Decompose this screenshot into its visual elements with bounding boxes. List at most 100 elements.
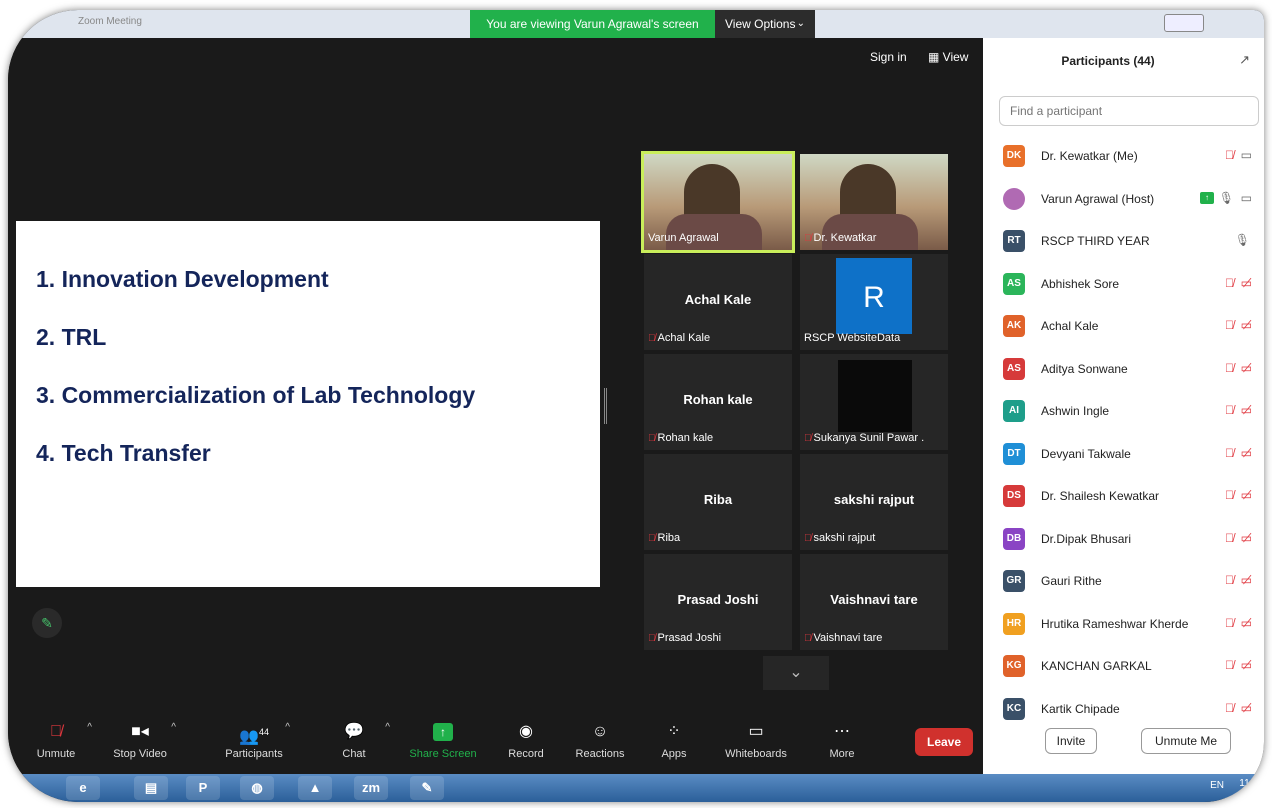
explorer-icon[interactable]: ▤ [134,776,168,800]
minimize-button[interactable] [1164,14,1204,32]
popout-icon[interactable]: ↗ [1239,52,1250,68]
leave-button[interactable]: Leave [915,728,973,756]
ie-icon[interactable]: e [66,776,100,800]
avatar: GR [1003,570,1025,592]
slide-item: 2. TRL [36,324,107,350]
apps-label: Apps [661,748,687,760]
apps-icon: ⁘ [667,723,681,740]
video-tile[interactable]: 🎙̸ Dr. Kewatkar [800,154,948,250]
participant-name: Aditya Sonwane [1041,361,1128,376]
sign-in-button[interactable]: Sign in [870,50,907,64]
mic-muted-icon: 🎙̸ [1225,360,1234,375]
invite-button[interactable]: Invite [1045,728,1097,754]
powerpoint-icon[interactable]: P [186,776,220,800]
caret-up-icon[interactable]: ^ [285,722,290,733]
tray-lang[interactable]: EN [1210,780,1224,791]
mic-muted-icon: 🎙̸ [1225,488,1234,502]
whiteboards-label: Whiteboards [725,748,787,760]
participant-name: Achal Kale [1041,319,1099,333]
avatar: RT [1003,230,1025,252]
participants-button[interactable]: 👥44 Participants ^ [214,718,294,760]
mic-muted-icon: 🎙̸ [1225,615,1234,630]
share-screen-label: Share Screen [409,748,477,760]
grid-icon: ▦ [928,50,943,64]
participant-row[interactable]: DK Dr. Kewatkar (Me) 🎙̸ ▭ [983,136,1264,179]
slide-item: 1. Innovation Development [36,266,329,292]
share-screen-icon: ↑ [403,718,483,744]
zoom-app-icon[interactable]: zm [354,776,388,800]
reactions-button[interactable]: ☺ Reactions [560,718,640,760]
record-button[interactable]: ◉ Record [486,718,566,760]
participant-row[interactable]: HR Hrutika Rameshwar Kherde 🎙̸ ▭̸ [983,604,1264,647]
caret-up-icon[interactable]: ^ [171,722,176,733]
participant-row[interactable]: KC Kartik Chipade 🎙̸ ▭̸ [983,689,1264,732]
participant-row[interactable]: DS Dr. Shailesh Kewatkar 🎙̸ ▭̸ [983,476,1264,519]
participants-count: 44 [258,727,269,737]
mic-muted-icon: 🎙̸ [50,723,62,740]
video-tile[interactable]: Vaishnavi tare 🎙̸ Vaishnavi tare [800,554,948,650]
caret-up-icon[interactable]: ^ [87,722,92,733]
participant-row[interactable]: KG KANCHAN GARKAL 🎙̸ ▭̸ [983,646,1264,689]
smiley-icon: ☺ [591,723,609,740]
participant-row[interactable]: AS Abhishek Sore 🎙̸ ▭̸ [983,264,1264,307]
chat-icon: 💬 [344,723,364,740]
whiteboards-button[interactable]: ▭ Whiteboards [716,718,796,760]
chrome-icon[interactable]: ◍ [240,776,274,800]
participant-search-input[interactable] [999,96,1259,126]
stop-video-button[interactable]: ■◂ Stop Video ^ [100,718,180,760]
camera-icon: ▭ [1240,190,1252,205]
tile-label: 🎙̸ Riba [648,532,680,544]
participant-name: Dr. Kewatkar (Me) [1041,149,1138,163]
video-tile[interactable]: 🎙̸ Sukanya Sunil Pawar . [800,354,948,450]
video-tile[interactable]: Riba 🎙̸ Riba [644,454,792,550]
participants-title: Participants (44) [1061,54,1155,68]
gallery-next-button[interactable]: ⌄ [763,656,829,690]
participant-row[interactable]: Varun Agrawal (Host) ↑ 🎙 ▭ [983,179,1264,222]
annotate-pencil-icon[interactable]: ✎ [32,608,62,638]
chevron-down-icon: ⌄ [789,664,803,681]
mic-muted-icon: 🎙̸ [1225,318,1234,332]
mic-muted-icon: 🎙̸ [804,533,812,544]
participant-row[interactable]: AS Aditya Sonwane 🎙̸ ▭̸ [983,349,1264,392]
mic-muted-icon: 🎙̸ [1225,445,1234,460]
vlc-icon[interactable]: ▲ [298,776,332,800]
video-tile[interactable]: R RSCP WebsiteData [800,254,948,350]
view-label: View [942,50,969,64]
participant-row[interactable]: GR Gauri Rithe 🎙̸ ▭̸ [983,561,1264,604]
participant-row[interactable]: RT RSCP THIRD YEAR 🎙 [983,221,1264,264]
participant-row[interactable]: AI Ashwin Ingle 🎙̸ ▭̸ [983,391,1264,434]
avatar [1003,187,1025,210]
camera-off-icon: ▭̸ [1240,700,1252,715]
windows-taskbar: e ▤ P ◍ ▲ zm ✎ EN 11:5 [8,774,1264,802]
mic-muted-icon: 🎙̸ [648,433,656,444]
view-options-label: View Options [725,17,796,31]
participant-row[interactable]: DB Dr.Dipak Bhusari 🎙̸ ▭̸ [983,519,1264,562]
chat-button[interactable]: 💬 Chat ^ [314,718,394,760]
paint-icon[interactable]: ✎ [410,776,444,800]
view-options-button[interactable]: View Options ⌄ [715,10,815,38]
apps-button[interactable]: ⁘ Apps [634,718,714,760]
video-tile[interactable]: Rohan kale 🎙̸ Rohan kale [644,354,792,450]
splitter-handle[interactable] [604,388,607,424]
participant-list: DK Dr. Kewatkar (Me) 🎙̸ ▭ Varun Agrawal (Hos… [983,136,1264,731]
caret-up-icon[interactable]: ^ [385,722,390,733]
unmute-me-button[interactable]: Unmute Me [1141,728,1231,754]
participant-row[interactable]: DT Devyani Takwale 🎙̸ ▭̸ [983,434,1264,477]
participant-row[interactable]: AK Achal Kale 🎙̸ ▭̸ [983,306,1264,349]
view-button[interactable]: ▦ View [928,50,968,64]
video-tile[interactable]: Achal Kale 🎙̸ Achal Kale [644,254,792,350]
tray-clock[interactable]: 11:5 [1239,778,1258,789]
participant-name: Kartik Chipade [1041,701,1120,716]
video-tile[interactable]: Varun Agrawal [641,151,795,253]
unmute-button[interactable]: 🎙̸ Unmute ^ [16,718,96,760]
tile-label: 🎙̸ Prasad Joshi [648,632,721,644]
avatar: KG [1003,655,1025,677]
more-button[interactable]: ⋯ More [802,718,882,760]
share-screen-button[interactable]: ↑ Share Screen [403,718,483,760]
video-tile[interactable]: Prasad Joshi 🎙̸ Prasad Joshi [644,554,792,650]
mic-muted-icon: 🎙̸ [1225,148,1234,162]
reactions-label: Reactions [575,748,625,760]
video-tile[interactable]: sakshi rajput 🎙̸ sakshi rajput [800,454,948,550]
tile-label-text: Riba [657,532,681,544]
tile-label: RSCP WebsiteData [804,332,900,344]
